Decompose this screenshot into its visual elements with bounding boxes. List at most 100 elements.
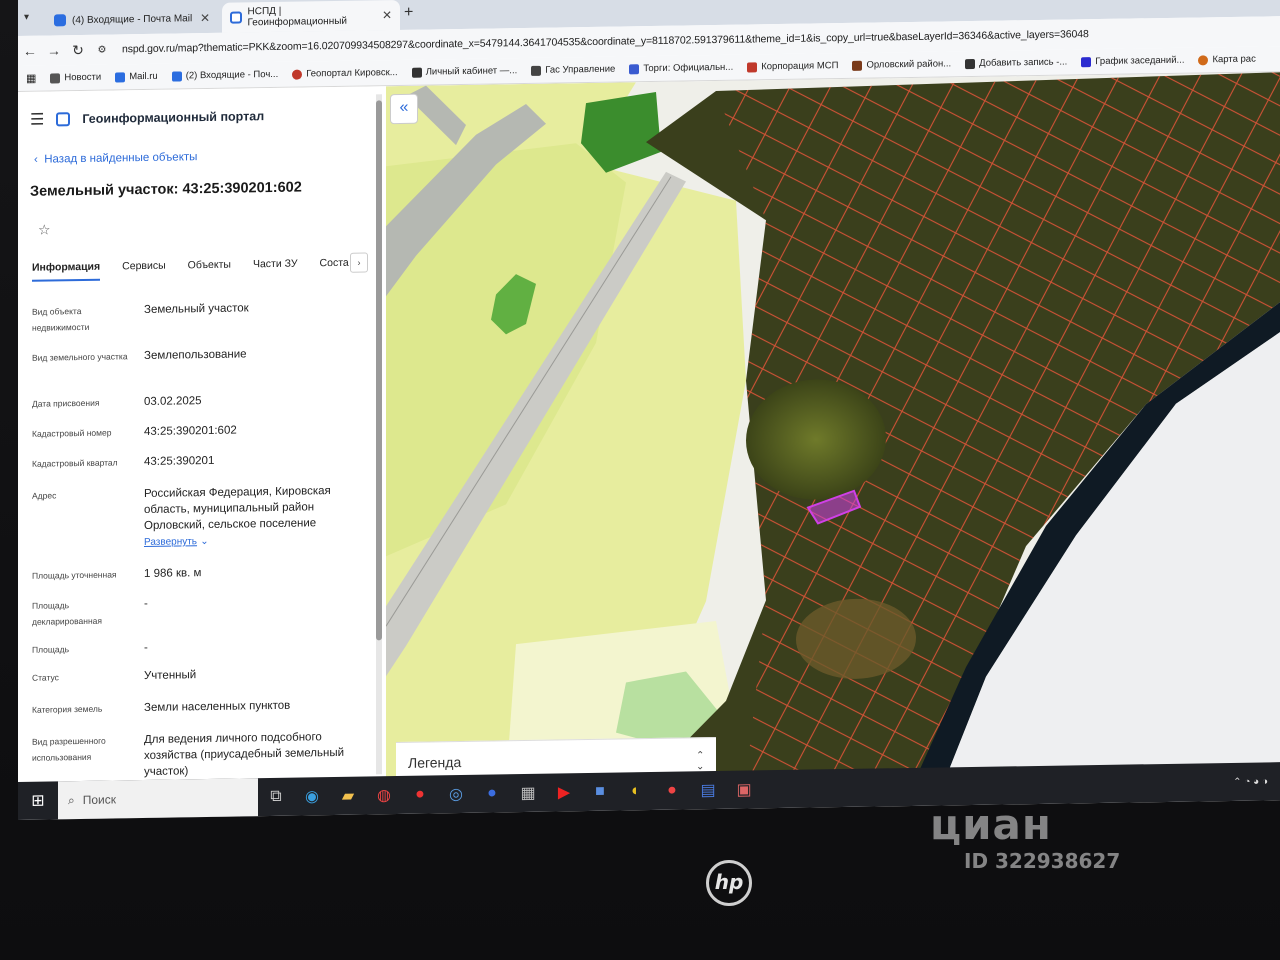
edge-icon[interactable]: ◉ [294,786,330,807]
chevron-updown-icon: ⌃ ⌄ [696,750,705,773]
bookmark-icon [171,70,182,82]
system-tray[interactable]: ⌃ ◔ ◕ ◑ [1233,776,1268,788]
watermark-brand: циан [930,800,1052,849]
app-icon[interactable]: ◐ [618,782,654,801]
bookmark[interactable]: Новости [50,72,101,84]
bookmark-icon [852,60,863,71]
attr-row: Вид объекта недвижимости Земельный участ… [32,298,372,332]
search-icon: ⌕ [68,792,75,807]
attr-value: - [144,641,148,655]
bookmark-icon [629,63,640,74]
bookmark[interactable]: Корпорация МСП [747,60,838,72]
tab-composition[interactable]: Соста [320,257,349,277]
attr-row: Вид земельного участка Землепользование [32,344,372,362]
browser-icon[interactable]: ◎ [438,784,474,805]
tab-parts[interactable]: Части ЗУ [253,258,298,279]
attr-label: Дата присвоения [32,397,100,409]
attr-label: Вид разрешенного использования [32,735,106,763]
bookmark-icon [1198,54,1209,65]
yandex-icon[interactable]: ● [654,781,690,800]
attr-row: Вид разрешенного использования Для веден… [32,728,372,778]
youtube-icon[interactable]: ▶ [546,782,582,803]
bookmark[interactable]: График заседаний... [1081,55,1184,68]
bookmark[interactable]: Mail.ru [115,71,158,83]
attr-label: Статус [32,672,59,683]
attr-label: Вид объекта недвижимости [32,306,90,333]
attr-row: Площадь декларированная - [32,592,372,627]
task-view-icon[interactable]: ⧉ [258,788,294,807]
tab-objects[interactable]: Объекты [188,259,231,280]
nspd-icon [230,11,242,24]
site-settings-icon[interactable]: ⚙ [90,44,114,55]
scrollbar-thumb[interactable] [376,100,382,641]
attr-row: Кадастровый номер 43:25:390201:602 [32,420,372,439]
attr-row: Статус Учтенный [32,664,372,683]
attr-row: Дата присвоения 03.02.2025 [32,390,372,409]
attr-value: Российская Федерация, Кировская область,… [144,483,364,551]
favorite-star-icon[interactable]: ☆ [38,221,51,238]
tab-info[interactable]: Информация [32,260,101,282]
panel-scrollbar[interactable] [376,94,382,775]
panel-header: ☰ Геоинформационный портал [30,106,264,130]
apps-icon[interactable]: ▦ [26,72,36,85]
bookmark[interactable]: (2) Входящие - Поч... [171,69,278,82]
forward-icon[interactable]: → [42,42,66,58]
map-canvas[interactable] [386,72,1280,787]
word-icon[interactable]: ▤ [690,780,726,801]
tab-services[interactable]: Сервисы [122,260,166,281]
attr-value: - [144,597,148,611]
save-icon[interactable]: ■ [582,783,618,802]
back-icon[interactable]: ← [18,43,42,59]
attr-label: Категория земель [32,703,103,715]
attr-value: Для ведения личного подсобного хозяйства… [144,731,345,779]
attr-row: Адрес Российская Федерация, Кировская об… [32,482,372,548]
address-text: Российская Федерация, Кировская область,… [144,485,331,533]
close-icon[interactable]: ✕ [200,11,210,25]
expand-link[interactable]: Развернуть [144,536,197,548]
bookmark-icon [747,61,758,73]
back-link[interactable]: ‹ Назад в найденные объекты [34,151,197,166]
menu-icon[interactable]: ☰ [30,110,44,130]
windows-start-icon[interactable]: ⊞ [18,790,58,811]
tab-nspd[interactable]: НСПД | Геоинформационный ✕ [222,0,400,33]
taskbar-search-input[interactable]: ⌕ Поиск [58,778,258,820]
yandex-browser-icon[interactable]: ● [402,785,438,804]
bookmark-icon [411,67,422,78]
hp-logo: hp [706,860,752,906]
explorer-icon[interactable]: ▰ [330,786,366,807]
watermark-id: ID 322938627 [964,849,1121,873]
panel-tabs: Информация Сервисы Объекты Части ЗУ Сост… [32,257,349,282]
calculator-icon[interactable]: ▦ [510,783,546,804]
mail-icon [54,14,66,27]
reload-icon[interactable]: ↻ [66,41,90,58]
attr-value: 43:25:390201:602 [144,424,237,439]
attr-label: Кадастровый квартал [32,457,118,469]
legend-label: Легенда [408,753,462,771]
bookmark[interactable]: Карта рас [1198,54,1256,66]
search-placeholder: Поиск [82,792,116,807]
portal-logo-icon [56,112,71,127]
tab-label: НСПД | Геоинформационный [247,5,348,29]
tabs-scroll-right-button[interactable]: › [350,252,368,273]
close-icon[interactable]: ✕ [382,8,392,22]
facebook-icon[interactable]: ● [474,784,510,803]
tab-search-icon[interactable]: ▾ [24,12,29,23]
bookmark[interactable]: Гас Управление [531,64,615,76]
attr-label: Адрес [32,490,57,501]
map-view[interactable]: « Легенда ⌃ ⌄ [386,72,1280,787]
bookmark-icon [292,69,303,80]
attributes-list: Вид объекта недвижимости Земельный участ… [32,298,372,778]
new-tab-button[interactable]: + [404,4,413,22]
attr-row: Площадь уточненная 1 986 кв. м [32,562,372,581]
bookmark[interactable]: Орловский район... [852,58,951,71]
bookmark[interactable]: Личный кабинет —... [411,65,517,78]
calendar-icon[interactable]: ▣ [726,779,762,800]
chrome-icon[interactable]: ◍ [366,785,402,806]
tab-mail[interactable]: (4) Входящие - Почта Mail ✕ [46,3,218,36]
bookmark[interactable]: Геопортал Кировск... [292,67,398,80]
bookmark[interactable]: Добавить запись -... [965,57,1067,70]
collapse-panel-button[interactable]: « [390,93,418,125]
bookmark[interactable]: Торги: Официальн... [629,62,733,75]
tab-label: (4) Входящие - Почта Mail [72,12,193,26]
bookmark-icon [965,58,976,69]
